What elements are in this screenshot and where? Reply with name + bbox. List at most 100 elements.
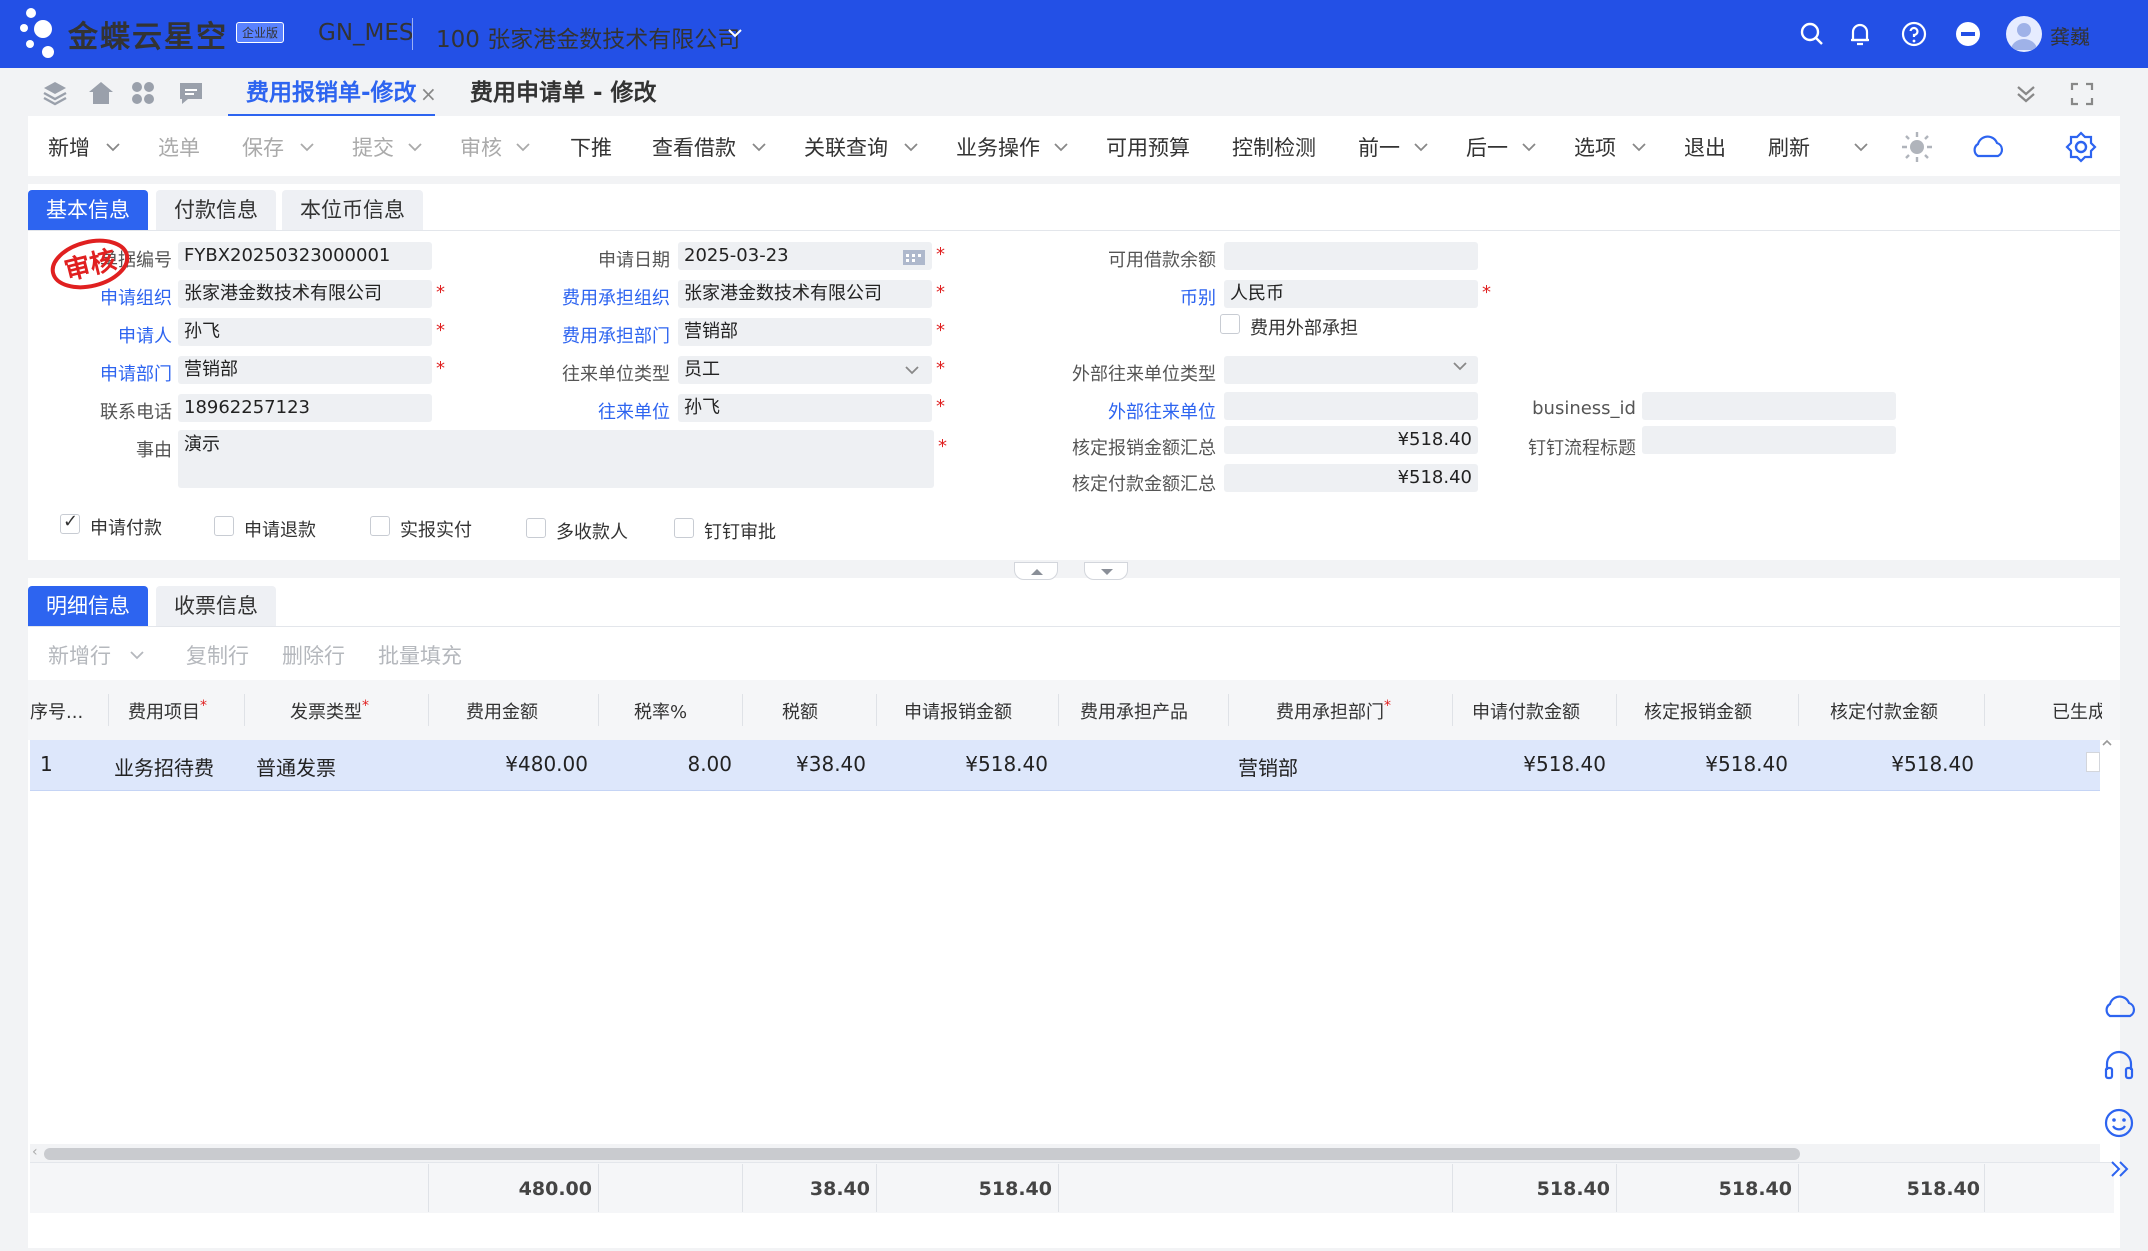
refresh-button[interactable]: 刷新 [1768, 132, 1810, 162]
cell-approved-reimb[interactable]: ¥518.40 [1628, 752, 1788, 776]
apply-payment-checkbox[interactable] [60, 511, 80, 534]
currency-field[interactable]: 人民币 [1224, 280, 1478, 308]
next-button[interactable]: 后一 [1466, 132, 1508, 162]
contact-type-select[interactable]: 员工 [678, 356, 932, 384]
contact-unit-label[interactable]: 往来单位 [536, 398, 670, 424]
cell-tax[interactable]: ¥38.40 [754, 752, 866, 776]
delete-row-button[interactable]: 删除行 [282, 640, 345, 670]
close-icon[interactable]: × [420, 82, 437, 106]
phone-field[interactable]: 18962257123 [178, 394, 432, 422]
search-icon[interactable] [1798, 20, 1826, 48]
tab-expense-application[interactable]: 费用申请单 - 修改 [470, 76, 657, 110]
headset-icon[interactable] [2100, 1046, 2138, 1084]
copy-row-button[interactable]: 复制行 [186, 640, 249, 670]
control-check-button[interactable]: 控制检测 [1232, 132, 1316, 162]
col-generated[interactable]: 已生成 [2052, 698, 2102, 724]
col-expense-item[interactable]: 费用项目* [128, 698, 207, 724]
tab-expense-reimbursement[interactable]: 费用报销单-修改 [228, 76, 435, 117]
dingtalk-approval-checkbox[interactable] [674, 518, 694, 538]
audit-button[interactable]: 审核 [460, 132, 502, 162]
data-center-name[interactable]: GN_MES [318, 20, 414, 46]
cloud-service-icon[interactable] [2100, 988, 2138, 1026]
chevron-down-icon[interactable] [1522, 142, 1536, 152]
chevron-down-icon[interactable] [300, 142, 314, 152]
available-budget-button[interactable]: 可用预算 [1106, 132, 1190, 162]
chevron-down-icon[interactable] [1632, 142, 1646, 152]
tab-detail-info[interactable]: 明细信息 [28, 586, 148, 626]
ext-contact-type-select[interactable] [1224, 356, 1478, 384]
chevron-down-icon[interactable] [130, 650, 144, 660]
submit-button[interactable]: 提交 [352, 132, 394, 162]
dingtalk-title-field[interactable] [1642, 426, 1896, 454]
scroll-up-icon[interactable] [2100, 736, 2114, 750]
prev-button[interactable]: 前一 [1358, 132, 1400, 162]
tab-local-currency-info[interactable]: 本位币信息 [282, 190, 423, 230]
chevron-down-icon[interactable] [106, 142, 120, 152]
scroll-left-icon[interactable]: ‹ [32, 1144, 38, 1160]
linked-query-button[interactable]: 关联查询 [804, 132, 888, 162]
chevron-down-icon[interactable] [726, 24, 744, 42]
external-bear-checkbox[interactable] [1220, 314, 1240, 334]
select-button[interactable]: 选单 [158, 132, 200, 162]
chevron-down-icon[interactable] [1452, 360, 1468, 372]
col-apply-reimb[interactable]: 申请报销金额 [904, 698, 1012, 724]
actual-pay-checkbox[interactable] [370, 516, 390, 536]
tab-invoice-info[interactable]: 收票信息 [156, 586, 276, 626]
col-apply-pay[interactable]: 申请付款金额 [1472, 698, 1580, 724]
batch-fill-button[interactable]: 批量填充 [378, 640, 462, 670]
cell-amount[interactable]: ¥480.00 [440, 752, 588, 776]
scrollbar-thumb[interactable] [44, 1148, 1800, 1160]
col-seq[interactable]: 序号... [30, 698, 83, 724]
home-icon[interactable] [86, 78, 116, 108]
chevron-down-icon[interactable] [904, 142, 918, 152]
applicant-label[interactable]: 申请人 [74, 322, 172, 348]
minus-circle-icon[interactable] [1954, 20, 1982, 48]
org-switcher[interactable]: 100 张家港金数技术有限公司 [436, 20, 740, 54]
tab-payment-info[interactable]: 付款信息 [156, 190, 276, 230]
avatar[interactable] [2006, 16, 2042, 52]
message-icon[interactable] [176, 78, 206, 108]
cell-approved-pay[interactable]: ¥518.40 [1810, 752, 1974, 776]
apply-dept-label[interactable]: 申请部门 [74, 360, 172, 386]
expand-down-button[interactable] [1084, 562, 1128, 580]
cell-apply-reimb[interactable]: ¥518.40 [888, 752, 1048, 776]
chevron-down-icon[interactable] [1054, 142, 1068, 152]
cell-invoice-type[interactable]: 普通发票 [256, 752, 336, 781]
col-cost-dept[interactable]: 费用承担部门* [1276, 698, 1391, 724]
chevron-down-icon[interactable] [1414, 142, 1428, 152]
apply-date-field[interactable]: 2025-03-23 [678, 242, 932, 270]
chevron-down-icon[interactable] [516, 142, 530, 152]
sun-icon[interactable] [1900, 130, 1934, 164]
double-chevron-right-icon[interactable] [2100, 1150, 2138, 1188]
exit-button[interactable]: 退出 [1684, 132, 1726, 162]
cell-cost-dept[interactable]: 营销部 [1238, 752, 1298, 781]
bill-no-field[interactable]: FYBX20250323000001 [178, 242, 432, 270]
smiley-icon[interactable] [2100, 1104, 2138, 1142]
save-button[interactable]: 保存 [242, 132, 284, 162]
business-ops-button[interactable]: 业务操作 [956, 132, 1040, 162]
push-down-button[interactable]: 下推 [570, 132, 612, 162]
cost-dept-label[interactable]: 费用承担部门 [536, 322, 670, 348]
help-icon[interactable] [1900, 20, 1928, 48]
options-button[interactable]: 选项 [1574, 132, 1616, 162]
cell-seq[interactable]: 1 [40, 752, 53, 776]
cost-org-field[interactable]: 张家港金数技术有限公司 [678, 280, 932, 308]
ext-contact-field[interactable] [1224, 392, 1478, 420]
apply-dept-field[interactable]: 营销部 [178, 356, 432, 384]
col-approved-reimb[interactable]: 核定报销金额 [1644, 698, 1752, 724]
collapse-up-button[interactable] [1014, 562, 1058, 580]
layers-icon[interactable] [40, 78, 70, 108]
chevron-down-icon[interactable] [1854, 142, 1868, 152]
col-tax-rate[interactable]: 税率% [634, 698, 687, 724]
apply-org-field[interactable]: 张家港金数技术有限公司 [178, 280, 432, 308]
table-row[interactable] [30, 740, 2100, 791]
cost-dept-field[interactable]: 营销部 [678, 318, 932, 346]
fullscreen-icon[interactable] [2068, 80, 2096, 108]
chevron-down-icon[interactable] [904, 364, 920, 376]
double-chevron-down-icon[interactable] [2012, 80, 2040, 108]
bell-icon[interactable] [1846, 20, 1874, 48]
col-invoice-type[interactable]: 发票类型* [290, 698, 369, 724]
chevron-down-icon[interactable] [752, 142, 766, 152]
chevron-down-icon[interactable] [408, 142, 422, 152]
reason-field[interactable]: 演示 [178, 430, 934, 488]
